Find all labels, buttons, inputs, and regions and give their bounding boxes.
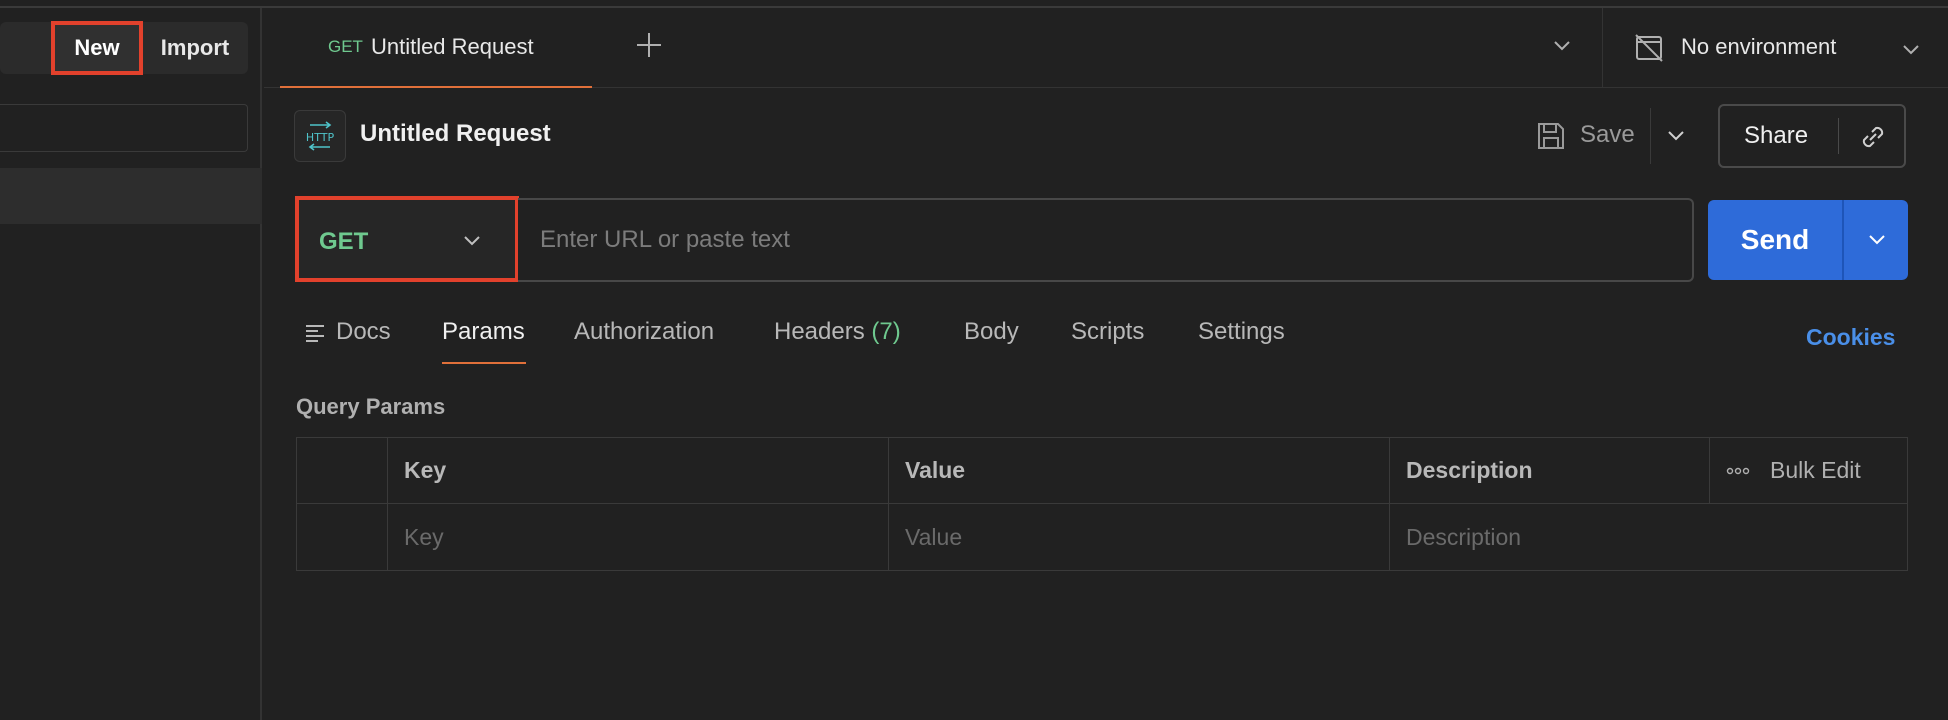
docs-icon[interactable] — [304, 322, 326, 344]
svg-text:HTTP: HTTP — [306, 131, 335, 144]
copy-link-icon[interactable] — [1856, 120, 1890, 154]
tab-headers-label: Headers — [774, 318, 865, 345]
save-options-chevron-icon[interactable] — [1662, 124, 1690, 148]
import-button[interactable]: Import — [150, 26, 240, 70]
sidebar-search-input[interactable] — [0, 104, 248, 152]
active-tab-underline — [442, 362, 526, 364]
send-button[interactable]: Send — [1708, 200, 1842, 280]
environment-selector[interactable]: No environment — [1602, 8, 1948, 88]
method-label: GET — [319, 228, 369, 255]
send-button-group: Send — [1708, 200, 1908, 280]
bulk-edit-label: Bulk Edit — [1770, 457, 1861, 483]
cookies-link[interactable]: Cookies — [1806, 324, 1895, 351]
column-header-description: Description — [1390, 438, 1710, 504]
tab-docs[interactable]: Docs — [336, 318, 391, 346]
share-divider — [1838, 118, 1839, 154]
row-checkbox-cell[interactable] — [297, 504, 388, 570]
save-divider — [1650, 108, 1651, 164]
table-header-checkbox-cell — [297, 438, 388, 504]
query-params-title: Query Params — [296, 394, 446, 419]
share-button-group: Share — [1718, 104, 1906, 168]
tab-untitled-request[interactable]: GET Untitled Request — [280, 8, 592, 88]
new-tab-plus-icon[interactable] — [634, 30, 664, 60]
more-options-icon[interactable] — [1726, 466, 1750, 476]
tab-headers[interactable]: Headers (7) — [774, 318, 901, 346]
chevron-down-icon — [1903, 45, 1919, 55]
bulk-edit-button[interactable]: Bulk Edit — [1710, 438, 1908, 504]
share-button[interactable]: Share — [1744, 122, 1808, 150]
chevron-down-icon — [464, 236, 480, 246]
tab-params[interactable]: Params — [442, 318, 525, 346]
column-header-value: Value — [889, 438, 1390, 504]
sidebar-selected-item[interactable] — [0, 168, 262, 224]
param-description-input[interactable]: Description — [1390, 504, 1908, 570]
http-request-icon: HTTP — [294, 110, 346, 162]
method-select[interactable]: GET — [295, 196, 519, 282]
url-input[interactable] — [540, 200, 1680, 280]
send-divider — [1842, 200, 1844, 280]
tab-title: Untitled Request — [370, 34, 534, 59]
request-title[interactable]: Untitled Request — [360, 120, 551, 148]
tab-method-label: GET — [328, 37, 363, 56]
environment-label: No environment — [1681, 34, 1837, 59]
tab-scripts[interactable]: Scripts — [1071, 318, 1144, 346]
tab-body[interactable]: Body — [964, 318, 1019, 346]
send-options-chevron-icon[interactable] — [1864, 228, 1890, 252]
headers-count-badge: (7) — [871, 318, 901, 345]
no-environment-icon — [1635, 34, 1663, 62]
http-icon: HTTP — [306, 121, 335, 151]
new-button[interactable]: New — [51, 21, 143, 75]
param-key-input[interactable]: Key — [388, 504, 889, 570]
url-field — [518, 198, 1694, 282]
param-value-input[interactable]: Value — [889, 504, 1390, 570]
column-header-key: Key — [388, 438, 889, 504]
tab-authorization[interactable]: Authorization — [574, 318, 714, 346]
save-icon[interactable] — [1536, 120, 1566, 152]
save-button[interactable]: Save — [1580, 121, 1635, 149]
query-params-table: Key Value Description Bulk Edit Key Valu… — [296, 437, 1908, 571]
tabs-dropdown-chevron-icon[interactable] — [1548, 34, 1576, 58]
window-top-border — [0, 0, 1948, 8]
tab-settings[interactable]: Settings — [1198, 318, 1285, 346]
